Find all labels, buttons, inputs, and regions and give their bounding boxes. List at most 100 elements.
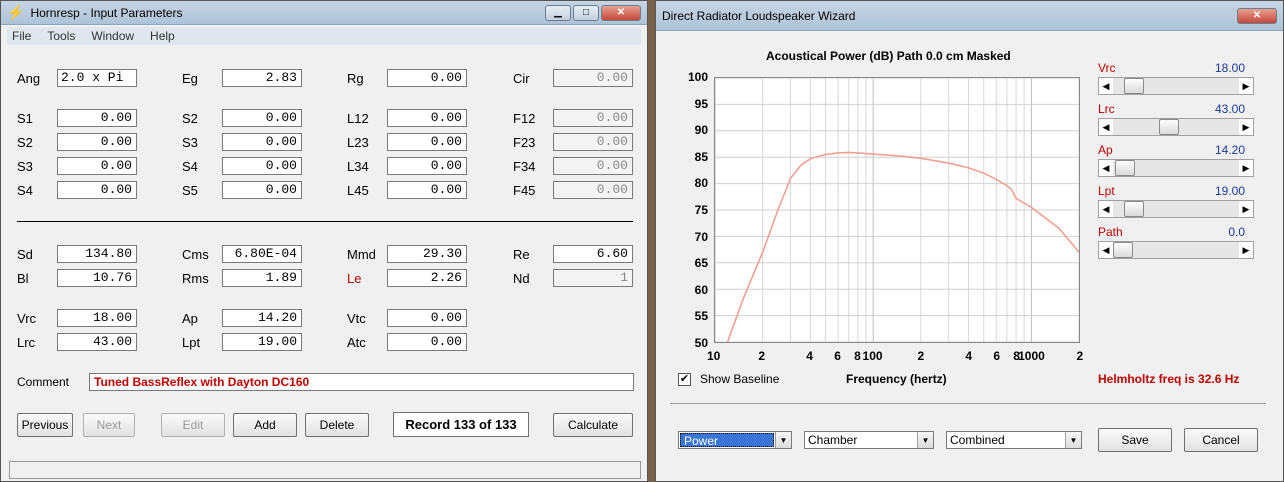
menu-window[interactable]: Window <box>91 29 134 43</box>
slider-path[interactable]: ◀ ▶ <box>1098 241 1254 259</box>
label-s2-col2: S2 <box>182 111 198 126</box>
save-button[interactable]: Save <box>1098 428 1172 452</box>
field-s5[interactable]: 0.00 <box>222 181 302 199</box>
field-l12[interactable]: 0.00 <box>387 109 467 127</box>
slider-track[interactable] <box>1113 201 1239 217</box>
slider-track[interactable] <box>1113 78 1239 94</box>
field-vrc[interactable]: 18.00 <box>57 309 137 327</box>
field-nd: 1 <box>553 269 633 287</box>
slider-thumb[interactable] <box>1123 201 1144 217</box>
arrow-left-icon[interactable]: ◀ <box>1099 242 1113 258</box>
wizard-title-bar[interactable]: Direct Radiator Loudspeaker Wizard ✕ <box>656 1 1283 31</box>
slider-track[interactable] <box>1113 242 1239 258</box>
y-tick-label: 90 <box>694 123 708 138</box>
calculate-label: Calculate <box>567 418 619 432</box>
field-rms[interactable]: 1.89 <box>222 269 302 287</box>
x-tick-label: 100 <box>862 349 883 363</box>
field-l45[interactable]: 0.00 <box>387 181 467 199</box>
response-chart <box>714 77 1080 343</box>
mode-combo[interactable]: Power ▼ <box>678 431 792 449</box>
field-ap[interactable]: 14.20 <box>222 309 302 327</box>
field-cms[interactable]: 6.80E-04 <box>222 245 302 263</box>
y-tick-label: 50 <box>694 336 708 350</box>
chamber-combo[interactable]: Chamber ▼ <box>804 431 934 449</box>
label-l34: L34 <box>347 159 369 174</box>
field-eg[interactable]: 2.83 <box>222 69 302 87</box>
field-atc[interactable]: 0.00 <box>387 333 467 351</box>
field-s4-col2[interactable]: 0.00 <box>222 157 302 175</box>
arrow-right-icon[interactable]: ▶ <box>1239 119 1253 135</box>
y-tick-label: 65 <box>694 256 708 271</box>
field-l23[interactable]: 0.00 <box>387 133 467 151</box>
field-vtc[interactable]: 0.00 <box>387 309 467 327</box>
field-l34[interactable]: 0.00 <box>387 157 467 175</box>
combined-value: Combined <box>950 433 1005 447</box>
field-lrc[interactable]: 43.00 <box>57 333 137 351</box>
arrow-right-icon[interactable]: ▶ <box>1239 201 1253 217</box>
minimize-button[interactable]: ▁ <box>545 4 571 21</box>
slider-lrc[interactable]: ◀ ▶ <box>1098 118 1254 136</box>
x-tick-label: 6 <box>834 349 841 363</box>
field-s3[interactable]: 0.00 <box>57 157 137 175</box>
field-lpt[interactable]: 19.00 <box>222 333 302 351</box>
field-mmd[interactable]: 29.30 <box>387 245 467 263</box>
show-baseline-checkbox[interactable]: ✔ <box>678 373 691 386</box>
delete-button[interactable]: Delete <box>305 413 369 437</box>
field-re[interactable]: 6.60 <box>553 245 633 263</box>
label-s3-col2: S3 <box>182 135 198 150</box>
add-button[interactable]: Add <box>233 413 297 437</box>
field-le[interactable]: 2.26 <box>387 269 467 287</box>
field-f45: 0.00 <box>553 181 633 199</box>
label-rms: Rms <box>182 271 209 286</box>
field-s3-col2[interactable]: 0.00 <box>222 133 302 151</box>
arrow-left-icon[interactable]: ◀ <box>1099 78 1113 94</box>
previous-button[interactable]: Previous <box>17 413 73 437</box>
field-s2[interactable]: 0.00 <box>57 133 137 151</box>
maximize-button[interactable]: □ <box>573 4 599 21</box>
chevron-down-icon: ▼ <box>775 432 791 448</box>
field-ang[interactable]: 2.0 x Pi <box>57 69 137 87</box>
arrow-right-icon[interactable]: ▶ <box>1239 242 1253 258</box>
arrow-left-icon[interactable]: ◀ <box>1099 119 1113 135</box>
cancel-button[interactable]: Cancel <box>1184 428 1258 452</box>
label-re: Re <box>513 247 530 262</box>
arrow-left-icon[interactable]: ◀ <box>1099 160 1113 176</box>
label-f45: F45 <box>513 183 536 198</box>
label-s3: S3 <box>17 159 33 174</box>
slider-track[interactable] <box>1113 160 1239 176</box>
arrow-right-icon[interactable]: ▶ <box>1239 160 1253 176</box>
slider-ap[interactable]: ◀ ▶ <box>1098 159 1254 177</box>
slider-track[interactable] <box>1113 119 1239 135</box>
arrow-right-icon[interactable]: ▶ <box>1239 78 1253 94</box>
slider-thumb[interactable] <box>1123 78 1144 94</box>
slider-thumb[interactable] <box>1115 160 1136 176</box>
y-tick-label: 80 <box>694 176 708 191</box>
combined-combo[interactable]: Combined ▼ <box>946 431 1082 449</box>
close-button[interactable]: ✕ <box>601 4 641 21</box>
calculate-button[interactable]: Calculate <box>553 413 633 437</box>
menu-file[interactable]: File <box>12 29 31 43</box>
comment-field[interactable]: Tuned BassReflex with Dayton DC160 <box>89 373 634 391</box>
field-s2-col2[interactable]: 0.00 <box>222 109 302 127</box>
field-rg[interactable]: 0.00 <box>387 69 467 87</box>
wizard-close-button[interactable]: ✕ <box>1237 7 1277 24</box>
field-bl[interactable]: 10.76 <box>57 269 137 287</box>
slider-thumb[interactable] <box>1113 242 1133 258</box>
field-s1[interactable]: 0.00 <box>57 109 137 127</box>
label-f23: F23 <box>513 135 536 150</box>
label-eg: Eg <box>182 71 198 86</box>
mode-value: Power <box>680 433 774 448</box>
label-vtc: Vtc <box>347 311 366 326</box>
menu-help[interactable]: Help <box>150 29 175 43</box>
slider-label-path: Path <box>1098 225 1123 239</box>
menu-tools[interactable]: Tools <box>47 29 75 43</box>
slider-vrc[interactable]: ◀ ▶ <box>1098 77 1254 95</box>
field-sd[interactable]: 134.80 <box>57 245 137 263</box>
slider-lpt[interactable]: ◀ ▶ <box>1098 200 1254 218</box>
label-mmd: Mmd <box>347 247 376 262</box>
slider-thumb[interactable] <box>1158 119 1179 135</box>
x-tick-label: 1000 <box>1018 349 1045 363</box>
field-s4[interactable]: 0.00 <box>57 181 137 199</box>
arrow-left-icon[interactable]: ◀ <box>1099 201 1113 217</box>
title-bar[interactable]: ⚡ Hornresp - Input Parameters ▁ □ ✕ <box>1 1 647 25</box>
